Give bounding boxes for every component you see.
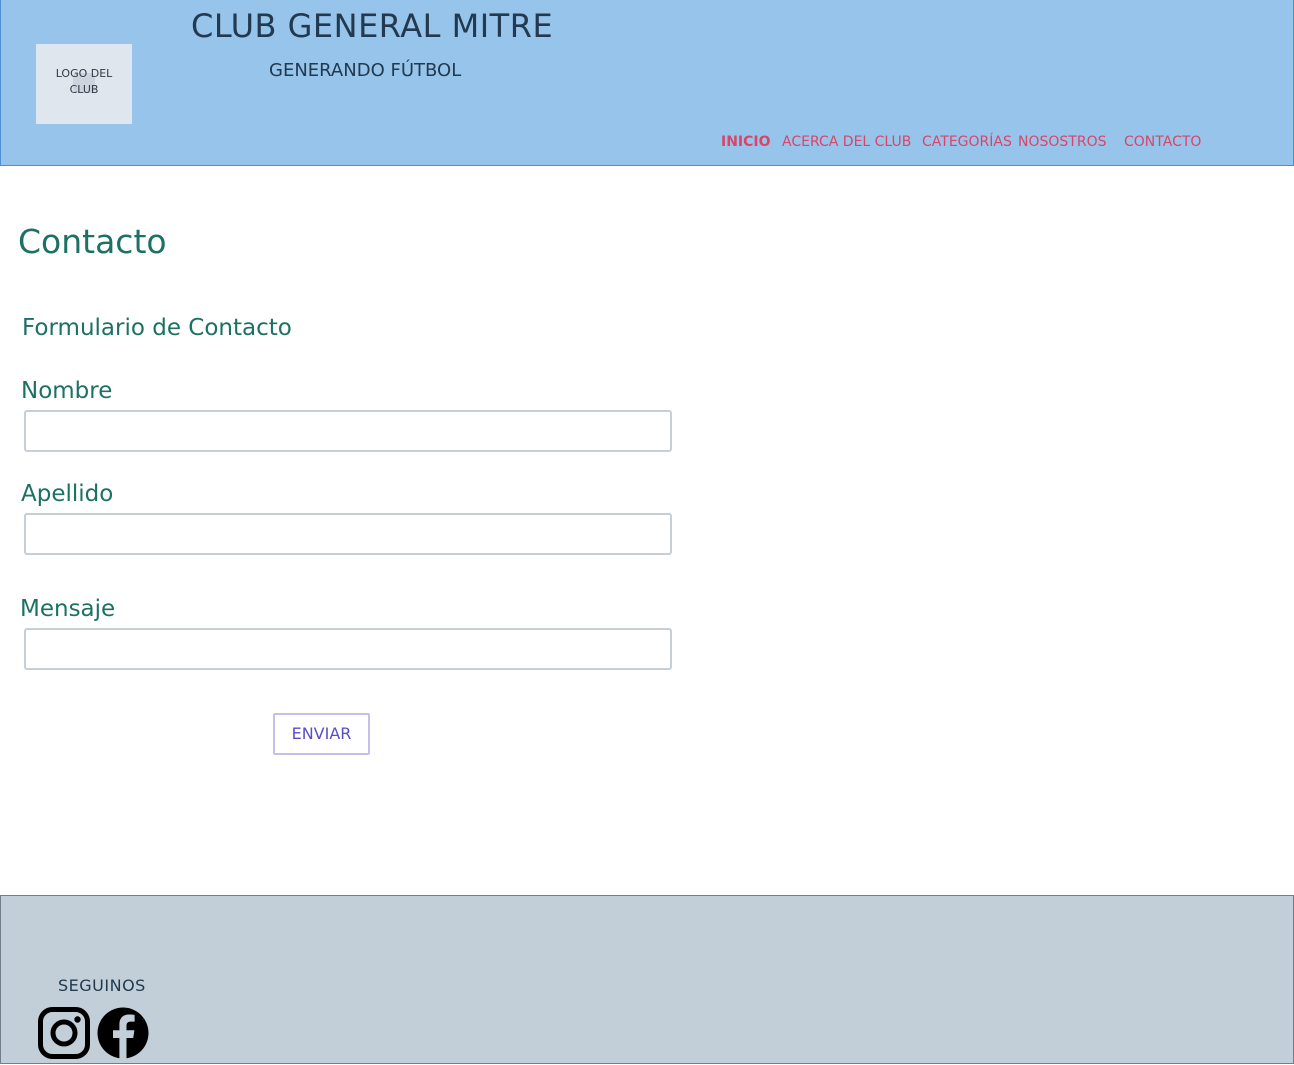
site-title: CLUB GENERAL MITRE [191,7,554,45]
nombre-input[interactable] [24,410,672,452]
follow-label: SEGUINOS [58,976,146,995]
nav-item-inicio[interactable]: INICIO [721,134,771,150]
submit-button[interactable]: ENVIAR [273,713,370,755]
site-header: LOGO DEL CLUB CLUB GENERAL MITRE GENERAN… [0,0,1294,166]
logo-alt-text: LOGO DEL CLUB [55,67,113,96]
apellido-label: Apellido [21,481,114,507]
mensaje-input[interactable] [24,628,672,670]
page-title: Contacto [18,222,167,261]
nav-item-categorias[interactable]: CATEGORÍAS [922,134,1012,150]
nav-item-acerca-del-club[interactable]: ACERCA DEL CLUB [782,134,911,150]
club-logo[interactable]: LOGO DEL CLUB [36,44,132,124]
nav-item-nosostros[interactable]: NOSOSTROS [1018,134,1106,150]
site-subtitle: GENERANDO FÚTBOL [269,60,462,81]
form-title: Formulario de Contacto [22,315,292,341]
nav-item-contacto[interactable]: CONTACTO [1124,134,1201,150]
site-footer: SEGUINOS [0,895,1294,1064]
mensaje-label: Mensaje [20,596,116,622]
facebook-icon[interactable] [97,1007,149,1059]
nombre-label: Nombre [21,378,113,404]
instagram-icon[interactable] [38,1007,90,1059]
apellido-input[interactable] [24,513,672,555]
